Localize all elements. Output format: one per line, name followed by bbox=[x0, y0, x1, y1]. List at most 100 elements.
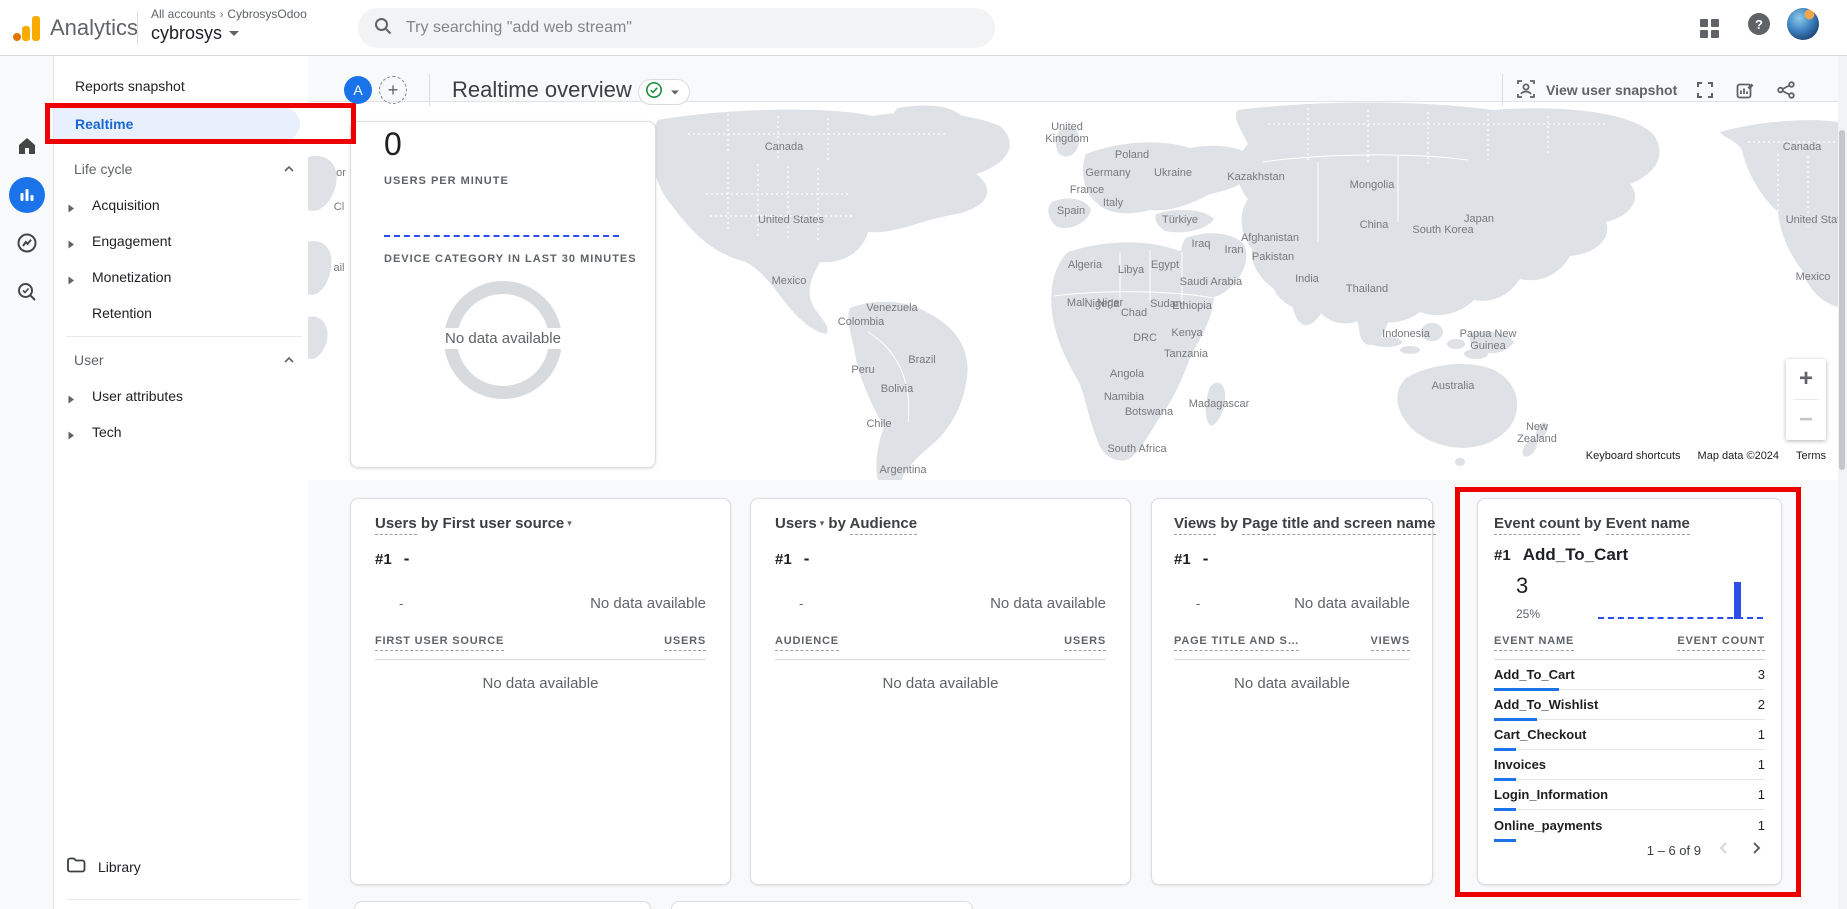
expand-arrow-icon[interactable] bbox=[67, 200, 75, 209]
title-segment: by bbox=[1580, 515, 1606, 532]
users-per-minute-value: 0 bbox=[384, 126, 402, 163]
map-country-label: Ukraine bbox=[1154, 167, 1192, 179]
zoom-in-icon[interactable]: + bbox=[1799, 359, 1813, 399]
event-row: Add_To_Cart3 bbox=[1494, 660, 1765, 690]
sidebar-item-tech[interactable]: Tech bbox=[92, 424, 122, 440]
expand-arrow-icon[interactable] bbox=[67, 427, 75, 436]
event-row: Online_payments1 bbox=[1494, 810, 1765, 840]
title-segment: by bbox=[1216, 515, 1242, 532]
expand-arrow-icon[interactable] bbox=[67, 391, 75, 400]
sidebar-item-acquisition[interactable]: Acquisition bbox=[92, 197, 160, 213]
chevron-left-icon bbox=[1715, 839, 1733, 862]
search-input[interactable] bbox=[406, 19, 979, 37]
sidebar-item-realtime[interactable]: Realtime bbox=[54, 107, 300, 141]
property-selector[interactable]: cybrosys bbox=[151, 23, 239, 44]
map-country-label: Argentina bbox=[879, 464, 927, 476]
card-table-header: AUDIENCE USERS bbox=[775, 635, 1106, 651]
expand-arrow-icon[interactable] bbox=[67, 236, 75, 245]
keyboard-shortcuts-link[interactable]: Keyboard shortcuts bbox=[1579, 448, 1688, 464]
column-metric[interactable]: EVENT COUNT bbox=[1677, 635, 1765, 651]
map-country-label: NewZealand bbox=[1517, 421, 1557, 445]
home-icon[interactable] bbox=[15, 134, 39, 163]
fullscreen-icon[interactable] bbox=[1695, 80, 1715, 100]
breadcrumb-account[interactable]: CybrosysOdoo bbox=[227, 7, 306, 21]
user-snapshot-icon bbox=[1515, 78, 1537, 103]
view-user-snapshot-button[interactable]: View user snapshot bbox=[1515, 78, 1677, 103]
breadcrumb[interactable]: All accounts›CybrosysOdoo bbox=[151, 7, 307, 21]
sidebar-item-engagement[interactable]: Engagement bbox=[92, 233, 171, 249]
map-country-label: Australia bbox=[1432, 380, 1476, 392]
caret-down-icon bbox=[671, 90, 679, 94]
analytics-logo-icon[interactable] bbox=[12, 13, 42, 48]
top-event-name: Add_To_Cart bbox=[1523, 545, 1628, 565]
dimension-value: - bbox=[399, 596, 403, 611]
sidebar-section-user[interactable]: User bbox=[74, 352, 104, 368]
sidebar-item-retention[interactable]: Retention bbox=[92, 305, 152, 321]
map-country-label: Afghanistan bbox=[1241, 232, 1299, 244]
map-country-label: or bbox=[336, 167, 346, 179]
map-country-label: United States bbox=[758, 214, 825, 226]
sidebar-item-monetization[interactable]: Monetization bbox=[92, 269, 171, 285]
terms-link[interactable]: Terms bbox=[1789, 448, 1833, 464]
expand-arrow-icon[interactable] bbox=[67, 272, 75, 281]
card-title[interactable]: Users by First user source▾ bbox=[375, 515, 572, 532]
collapse-chevron-icon[interactable] bbox=[283, 162, 295, 180]
user-avatar[interactable] bbox=[1787, 8, 1819, 40]
top-event-percent: 25% bbox=[1516, 607, 1540, 621]
rank-number: #1 bbox=[375, 551, 392, 568]
map-country-label: Canada bbox=[1783, 141, 1822, 153]
event-name: Login_Information bbox=[1494, 787, 1608, 802]
column-metric[interactable]: USERS bbox=[1064, 635, 1106, 651]
sidebar-item-reports-snapshot[interactable]: Reports snapshot bbox=[75, 78, 185, 94]
sidebar-item-label: Realtime bbox=[75, 116, 133, 132]
sidebar-item-library[interactable]: Library bbox=[66, 856, 141, 877]
add-comparison-button[interactable]: + bbox=[379, 76, 407, 104]
table-empty-label: No data available bbox=[351, 675, 730, 692]
sparkline-bar bbox=[1734, 582, 1741, 619]
map-country-label: Türkiye bbox=[1162, 214, 1198, 226]
map-country-label: India bbox=[1295, 273, 1320, 285]
column-dimension[interactable]: EVENT NAME bbox=[1494, 635, 1574, 651]
reports-icon[interactable] bbox=[9, 177, 45, 213]
card-rank-row: #1 - bbox=[775, 549, 809, 569]
chevron-right-icon[interactable] bbox=[1747, 839, 1765, 862]
breadcrumb-root[interactable]: All accounts bbox=[151, 7, 216, 21]
column-metric[interactable]: USERS bbox=[664, 635, 706, 651]
column-dimension[interactable]: FIRST USER SOURCE bbox=[375, 635, 504, 651]
card-title[interactable]: Event count by Event name bbox=[1494, 515, 1690, 532]
table-empty-label: No data available bbox=[751, 675, 1130, 692]
sidebar-item-user-attributes[interactable]: User attributes bbox=[92, 388, 183, 404]
column-metric[interactable]: VIEWS bbox=[1371, 635, 1410, 651]
column-dimension[interactable]: PAGE TITLE AND S… bbox=[1174, 635, 1299, 651]
scrollbar-thumb[interactable] bbox=[1839, 130, 1845, 470]
customize-report-icon[interactable] bbox=[1735, 80, 1756, 101]
report-status-badge[interactable] bbox=[638, 79, 690, 105]
folder-icon bbox=[66, 856, 86, 877]
map-country-label: South Korea bbox=[1412, 224, 1474, 236]
sidebar-item-label: Library bbox=[98, 859, 141, 875]
card-title[interactable]: Views by Page title and screen name bbox=[1174, 515, 1436, 532]
card-title[interactable]: Users▾ by Audience bbox=[775, 515, 917, 532]
sidebar-section-life-cycle[interactable]: Life cycle bbox=[74, 161, 132, 177]
comparison-avatar[interactable]: A bbox=[344, 76, 372, 104]
help-icon[interactable]: ? bbox=[1748, 13, 1770, 35]
advertising-icon[interactable] bbox=[15, 280, 39, 309]
title-segment: by bbox=[824, 515, 849, 532]
rank-value: - bbox=[1203, 549, 1209, 569]
apps-grid-icon[interactable] bbox=[1700, 19, 1718, 37]
no-data-label: No data available bbox=[1294, 595, 1410, 612]
event-count-value: 2 bbox=[1758, 697, 1765, 712]
collapse-chevron-icon[interactable] bbox=[283, 353, 295, 371]
map-country-label: Cl bbox=[334, 201, 344, 213]
column-dimension[interactable]: AUDIENCE bbox=[775, 635, 839, 651]
share-icon[interactable] bbox=[1776, 80, 1796, 100]
app-name: Analytics bbox=[50, 15, 138, 41]
card-rank-row: #1 Add_To_Cart bbox=[1494, 545, 1628, 565]
explore-icon[interactable] bbox=[15, 231, 39, 260]
event-row: Cart_Checkout1 bbox=[1494, 720, 1765, 750]
zoom-out-icon[interactable]: − bbox=[1799, 400, 1813, 440]
search-bar[interactable] bbox=[358, 8, 995, 48]
page-scrollbar[interactable] bbox=[1838, 56, 1847, 909]
partial-card bbox=[354, 901, 651, 909]
map-country-label: Egypt bbox=[1151, 259, 1179, 271]
